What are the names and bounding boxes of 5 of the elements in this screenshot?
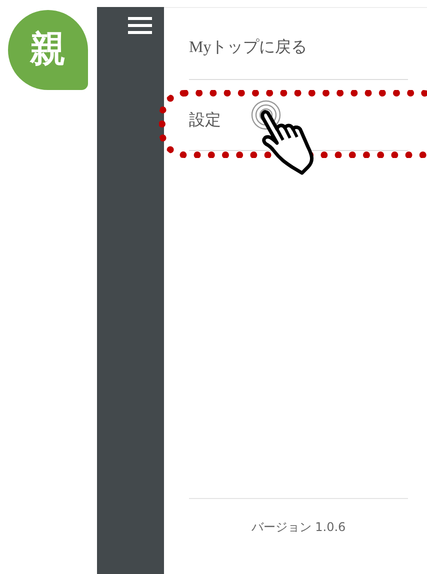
- menu-item[interactable]: Myトップに戻る: [189, 39, 308, 56]
- version-text: バージョン 1.0.6: [251, 519, 346, 535]
- badge-label: 親: [30, 32, 66, 68]
- menu-icon[interactable]: [128, 17, 152, 34]
- menu-item[interactable]: 設定: [189, 112, 221, 129]
